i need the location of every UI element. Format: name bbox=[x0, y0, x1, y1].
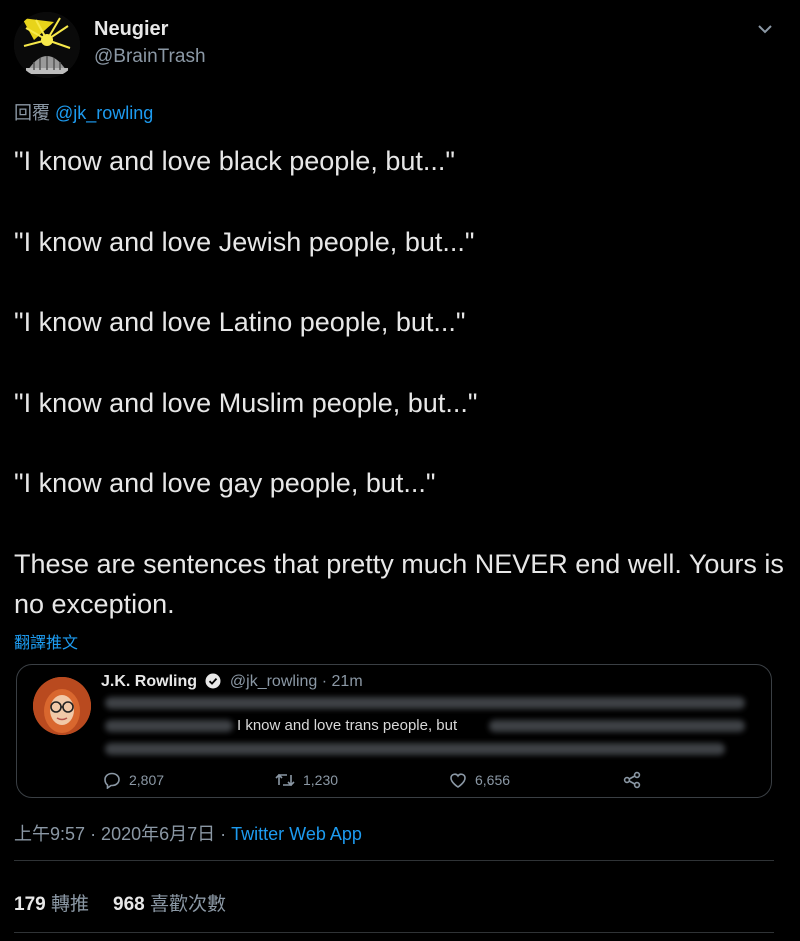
author-handle[interactable]: @BrainTrash bbox=[94, 46, 206, 68]
translate-tweet-link[interactable]: 翻譯推文 bbox=[14, 629, 78, 653]
retweets-count: 179 bbox=[14, 894, 46, 915]
likes-count: 968 bbox=[113, 894, 145, 915]
reply-mention-link[interactable]: @jk_rowling bbox=[55, 103, 153, 123]
tweet-paragraph: "I know and love Muslim people, but..." bbox=[14, 387, 478, 418]
likes-label: 喜歡次數 bbox=[149, 894, 226, 915]
blurred-text bbox=[105, 720, 233, 732]
retweet-count: 1,230 bbox=[303, 772, 339, 788]
quoted-tweet-visible-text: I know and love trans people, but bbox=[237, 717, 458, 734]
reply-prefix: 回覆 bbox=[14, 103, 50, 123]
like-count: 6,656 bbox=[475, 772, 511, 788]
divider bbox=[14, 860, 774, 861]
blurred-text bbox=[105, 743, 725, 755]
share-icon bbox=[623, 771, 641, 789]
tweet-time[interactable]: 上午9:57 bbox=[14, 824, 85, 844]
tweet-paragraph: These are sentences that pretty much NEV… bbox=[14, 548, 784, 619]
quoted-tweet-header: J.K. Rowling @jk_rowling · 21m bbox=[101, 673, 363, 694]
tweet-stats: 179 轉推 968 喜歡次數 bbox=[14, 889, 226, 916]
tweet-paragraph: "I know and love gay people, but..." bbox=[14, 468, 436, 498]
avatar-image bbox=[33, 677, 91, 735]
tweet-paragraph: "I know and love Jewish people, but..." bbox=[14, 226, 475, 257]
like-button[interactable]: 6,656 bbox=[449, 771, 510, 789]
author-name[interactable]: Neugier bbox=[94, 18, 168, 41]
avatar-image bbox=[14, 12, 80, 78]
tweet-paragraph: "I know and love black people, but..." bbox=[14, 146, 455, 176]
reply-count: 2,807 bbox=[129, 772, 165, 788]
more-options-button[interactable] bbox=[754, 18, 776, 40]
retweet-icon bbox=[275, 773, 295, 787]
retweets-stat[interactable]: 179 轉推 bbox=[14, 894, 89, 915]
tweet-metadata: 上午9:57 · 2020年6月7日 · Twitter Web App bbox=[14, 820, 362, 846]
quoted-author-handle[interactable]: @jk_rowling bbox=[230, 673, 317, 690]
tweet-source-link[interactable]: Twitter Web App bbox=[231, 824, 362, 844]
likes-stat[interactable]: 968 喜歡次數 bbox=[113, 894, 226, 915]
reply-icon bbox=[104, 772, 120, 789]
tweet-date[interactable]: · 2020年6月7日 · bbox=[90, 824, 226, 844]
blurred-text bbox=[105, 697, 745, 709]
blurred-text bbox=[489, 720, 745, 732]
quoted-tweet-card[interactable]: J.K. Rowling @jk_rowling · 21m I know an… bbox=[16, 664, 772, 798]
quoted-tweet-actions: 2,807 1,230 6,656 bbox=[101, 771, 751, 791]
quoted-author-name[interactable]: J.K. Rowling bbox=[101, 673, 197, 690]
share-button[interactable] bbox=[623, 771, 649, 789]
retweets-label: 轉推 bbox=[50, 894, 89, 915]
tweet-text: "I know and love black people, but..." "… bbox=[14, 141, 784, 624]
like-icon bbox=[450, 773, 466, 788]
quoted-tweet-time: · 21m bbox=[321, 673, 363, 690]
chevron-down-icon bbox=[758, 25, 772, 34]
retweet-button[interactable]: 1,230 bbox=[275, 771, 338, 789]
verified-badge-icon bbox=[205, 673, 221, 694]
quoted-author-avatar[interactable] bbox=[33, 677, 91, 735]
divider bbox=[14, 932, 774, 933]
reply-button[interactable]: 2,807 bbox=[103, 771, 164, 789]
reply-context: 回覆 @jk_rowling bbox=[14, 99, 153, 125]
author-avatar[interactable] bbox=[14, 12, 80, 78]
tweet-paragraph: "I know and love Latino people, but..." bbox=[14, 307, 466, 337]
